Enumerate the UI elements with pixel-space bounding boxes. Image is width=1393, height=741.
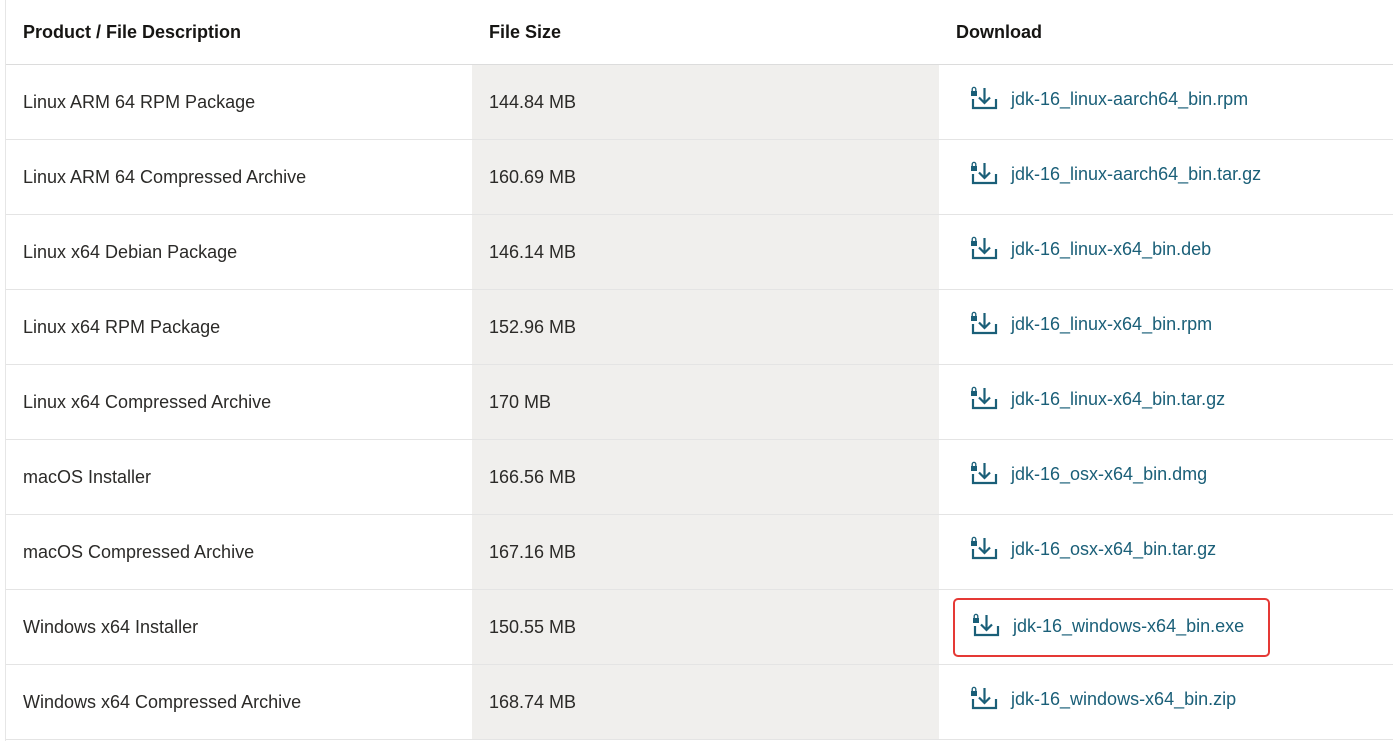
file-size: 160.69 MB [472,139,939,215]
file-size-text: 170 MB [489,391,552,412]
table-row: macOS Installer 166.56 MB jdk-16_osx-x64… [6,439,1393,515]
download-lock-icon [969,160,999,190]
download-wrapper: jdk-16_linux-x64_bin.tar.gz [969,386,1225,419]
file-size-text: 168.74 MB [489,691,577,712]
file-description: Windows x64 Installer [6,589,472,665]
file-description-text: Windows x64 Installer [23,616,199,637]
download-cell: jdk-16_linux-aarch64_bin.tar.gz [939,139,1393,215]
download-cell: jdk-16_osx-x64_bin.tar.gz [939,514,1393,590]
download-cell: jdk-16_linux-aarch64_bin.rpm [939,64,1393,140]
download-link[interactable]: jdk-16_linux-aarch64_bin.rpm [969,85,1248,115]
download-lock-icon [971,612,1001,642]
table-row: Linux x64 RPM Package 152.96 MB jdk-16_l… [6,289,1393,365]
file-description-text: Linux x64 Debian Package [23,241,238,262]
download-lock-icon [969,310,999,340]
download-lock-icon [969,85,999,115]
file-description: macOS Compressed Archive [6,514,472,590]
download-cell: jdk-16_windows-x64_bin.exe [939,589,1393,665]
file-size: 144.84 MB [472,64,939,140]
table-row: Linux x64 Debian Package 146.14 MB jdk-1… [6,214,1393,290]
download-wrapper: jdk-16_linux-aarch64_bin.rpm [969,86,1248,119]
file-size: 170 MB [472,364,939,440]
download-lock-icon [969,235,999,265]
download-cell: jdk-16_windows-x64_bin.zip [939,664,1393,740]
download-cell: jdk-16_osx-x64_bin.dmg [939,439,1393,515]
download-link[interactable]: jdk-16_linux-aarch64_bin.tar.gz [969,160,1261,190]
file-description: Linux x64 Compressed Archive [6,364,472,440]
file-size: 152.96 MB [472,289,939,365]
table-row: Linux ARM 64 Compressed Archive 160.69 M… [6,139,1393,215]
file-description-text: macOS Installer [23,466,152,487]
download-link[interactable]: jdk-16_linux-x64_bin.rpm [969,310,1212,340]
download-filename: jdk-16_linux-x64_bin.deb [1011,239,1212,259]
file-size: 166.56 MB [472,439,939,515]
download-wrapper: jdk-16_linux-aarch64_bin.tar.gz [969,161,1261,194]
file-description-text: Linux x64 RPM Package [23,316,221,337]
file-description-text: Linux x64 Compressed Archive [23,391,272,412]
table-row: Linux x64 Compressed Archive 170 MB jdk-… [6,364,1393,440]
file-description: Windows x64 Compressed Archive [6,664,472,740]
download-wrapper: jdk-16_linux-x64_bin.rpm [969,311,1212,344]
file-description-text: Linux ARM 64 RPM Package [23,91,256,112]
download-link[interactable]: jdk-16_linux-x64_bin.tar.gz [969,385,1225,415]
highlight-box: jdk-16_windows-x64_bin.exe [952,597,1271,657]
file-size-text: 166.56 MB [489,466,577,487]
download-cell: jdk-16_linux-x64_bin.rpm [939,289,1393,365]
download-link[interactable]: jdk-16_windows-x64_bin.exe [971,612,1244,642]
header-file-size: File Size [472,0,939,65]
file-description-text: Linux ARM 64 Compressed Archive [23,166,307,187]
download-filename: jdk-16_linux-aarch64_bin.tar.gz [1011,164,1262,184]
download-link[interactable]: jdk-16_linux-x64_bin.deb [969,235,1211,265]
download-filename: jdk-16_osx-x64_bin.dmg [1011,464,1208,484]
download-filename: jdk-16_windows-x64_bin.zip [1011,689,1237,709]
file-size: 150.55 MB [472,589,939,665]
downloads-table: Product / File Description File Size Dow… [6,0,1393,740]
file-size-text: 160.69 MB [489,166,577,187]
download-lock-icon [969,385,999,415]
file-description-text: Windows x64 Compressed Archive [23,691,302,712]
header-description: Product / File Description [6,0,472,65]
file-description: Linux ARM 64 RPM Package [6,64,472,140]
download-filename: jdk-16_osx-x64_bin.tar.gz [1011,539,1217,559]
file-description-text: macOS Compressed Archive [23,541,255,562]
table-row: macOS Compressed Archive 167.16 MB jdk-1… [6,514,1393,590]
file-size-text: 150.55 MB [489,616,577,637]
download-link[interactable]: jdk-16_osx-x64_bin.dmg [969,460,1207,490]
file-size: 168.74 MB [472,664,939,740]
download-wrapper: jdk-16_windows-x64_bin.zip [969,686,1236,719]
file-size: 167.16 MB [472,514,939,590]
download-filename: jdk-16_windows-x64_bin.exe [1013,616,1245,636]
download-filename: jdk-16_linux-x64_bin.rpm [1011,314,1213,334]
download-wrapper: jdk-16_osx-x64_bin.dmg [969,461,1207,494]
header-download: Download [939,0,1393,65]
download-link[interactable]: jdk-16_osx-x64_bin.tar.gz [969,535,1216,565]
download-wrapper: jdk-16_linux-x64_bin.deb [969,236,1211,269]
table-row: Windows x64 Installer 150.55 MB jdk-16_w… [6,589,1393,665]
downloads-table-container: Product / File Description File Size Dow… [5,0,1393,741]
download-link[interactable]: jdk-16_windows-x64_bin.zip [969,685,1236,715]
download-lock-icon [969,685,999,715]
download-wrapper: jdk-16_osx-x64_bin.tar.gz [969,536,1216,569]
download-lock-icon [969,535,999,565]
file-size-text: 144.84 MB [489,91,577,112]
table-row: Linux ARM 64 RPM Package 144.84 MB jdk-1… [6,64,1393,140]
file-size-text: 146.14 MB [489,241,577,262]
file-size: 146.14 MB [472,214,939,290]
download-filename: jdk-16_linux-aarch64_bin.rpm [1011,89,1249,109]
file-description: Linux ARM 64 Compressed Archive [6,139,472,215]
download-cell: jdk-16_linux-x64_bin.tar.gz [939,364,1393,440]
file-size-text: 167.16 MB [489,541,577,562]
table-row: Windows x64 Compressed Archive 168.74 MB… [6,664,1393,740]
file-description: Linux x64 RPM Package [6,289,472,365]
file-description: Linux x64 Debian Package [6,214,472,290]
table-header-row: Product / File Description File Size Dow… [6,0,1393,65]
download-lock-icon [969,460,999,490]
file-size-text: 152.96 MB [489,316,577,337]
file-description: macOS Installer [6,439,472,515]
download-cell: jdk-16_linux-x64_bin.deb [939,214,1393,290]
download-filename: jdk-16_linux-x64_bin.tar.gz [1011,389,1226,409]
